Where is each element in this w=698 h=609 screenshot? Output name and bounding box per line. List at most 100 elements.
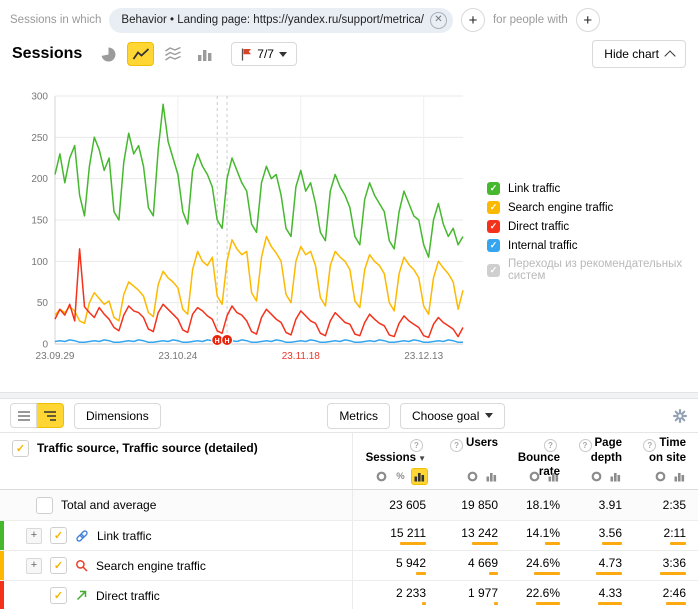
chevron-down-icon — [485, 413, 493, 418]
choose-goal-dropdown[interactable]: Choose goal — [400, 403, 505, 429]
legend-item-recommendation-systems[interactable]: ✓ Переходы из рекомендательных систем — [487, 258, 698, 282]
pie-display-toggle[interactable] — [373, 468, 390, 485]
columns-chart-type-button[interactable] — [191, 42, 218, 66]
pie-display-toggle[interactable] — [526, 468, 543, 485]
row-label[interactable]: Link traffic — [97, 529, 151, 543]
column-header-page-depth[interactable]: ?Page depth — [572, 433, 634, 463]
expand-row-button[interactable]: + — [26, 528, 42, 544]
display-mode-row: % — [0, 463, 698, 490]
line-chart-type-button[interactable] — [127, 42, 154, 66]
metrica-report-page: Sessions in which Behavior • Landing pag… — [0, 0, 698, 609]
total-row: ✓ Total and average 23 605 19 850 18.1% … — [0, 490, 698, 521]
line-chart-icon — [132, 47, 150, 61]
row-label[interactable]: Direct traffic — [96, 589, 160, 603]
legend-item-internal-traffic[interactable]: ✓ Internal traffic — [487, 239, 698, 252]
cell-value: 2:11 — [664, 527, 686, 539]
bars-display-toggle[interactable] — [607, 468, 624, 485]
direct-arrow-icon — [75, 589, 88, 602]
add-session-filter-button[interactable]: + — [461, 8, 485, 32]
chevron-up-icon — [664, 50, 675, 61]
bars-display-toggle[interactable] — [671, 468, 688, 485]
select-all-checkbox[interactable]: ✓ — [12, 440, 29, 457]
column-header-sessions[interactable]: ?Sessions▼ — [352, 433, 438, 463]
goals-segments-dropdown[interactable]: 7/7 — [231, 42, 297, 66]
cell-value: 15 211 — [390, 527, 426, 539]
svg-text:250: 250 — [31, 133, 48, 144]
cell-value: 24.6% — [526, 557, 560, 569]
checkbox-checked-icon[interactable]: ✓ — [487, 264, 500, 277]
row-checkbox[interactable]: ✓ — [36, 497, 53, 514]
cell-value: 5 942 — [396, 557, 426, 569]
help-icon[interactable]: ? — [410, 439, 423, 452]
stacked-lines-chart-type-button[interactable] — [159, 42, 186, 66]
svg-text:50: 50 — [37, 298, 49, 309]
cell-value: 4 669 — [468, 557, 498, 569]
svg-text:23.10.24: 23.10.24 — [158, 351, 197, 362]
chart-header: Sessions 7/7 Hide chart — [0, 34, 698, 70]
pie-chart-type-button[interactable] — [95, 42, 122, 66]
help-icon[interactable]: ? — [579, 439, 592, 452]
cell-value: 23 605 — [389, 499, 426, 511]
column-header-time-on-site[interactable]: ?Time on site — [634, 433, 698, 463]
columns-chart-icon — [197, 47, 213, 62]
dimensions-button[interactable]: Dimensions — [74, 403, 161, 429]
pie-display-toggle[interactable] — [588, 468, 605, 485]
svg-text:23.09.29: 23.09.29 — [36, 351, 75, 362]
cell-value: 2:35 — [663, 499, 686, 511]
legend-label: Search engine traffic — [508, 202, 613, 214]
cell-bar — [602, 542, 622, 545]
column-header-bounce-rate[interactable]: ?Bounce rate — [510, 433, 572, 463]
pie-mini-icon — [591, 471, 602, 482]
behavior-filter-chip[interactable]: Behavior • Landing page: https://yandex.… — [109, 8, 453, 33]
checkbox-checked-icon[interactable]: ✓ — [487, 201, 500, 214]
tree-list-view-button[interactable] — [37, 403, 64, 428]
sessions-line-chart[interactable]: 05010015020025030023.09.2923.10.2423.11.… — [0, 88, 480, 368]
table-settings-button[interactable] — [672, 408, 688, 424]
row-color-strip — [0, 521, 4, 550]
row-checkbox[interactable]: ✓ — [50, 557, 67, 574]
row-checkbox[interactable]: ✓ — [50, 587, 67, 604]
row-label[interactable]: Search engine traffic — [96, 559, 206, 573]
bars-display-toggle[interactable] — [411, 468, 428, 485]
svg-text:300: 300 — [31, 92, 48, 103]
gear-icon — [672, 408, 688, 424]
cell-value: 3:36 — [663, 557, 686, 569]
percent-display-toggle[interactable]: % — [392, 468, 409, 485]
cell-value: 2:46 — [663, 587, 686, 599]
cell-value: 4.33 — [599, 587, 622, 599]
flat-list-icon — [17, 410, 31, 422]
table-header-row: ✓ Traffic source, Traffic source (detail… — [0, 433, 698, 463]
help-icon[interactable]: ? — [643, 439, 656, 452]
cell-bar — [494, 602, 498, 605]
svg-text:Н: Н — [225, 338, 230, 345]
filter-prefix-label: Sessions in which — [10, 14, 101, 26]
cell-value: 18.1% — [526, 499, 560, 511]
legend-item-search-traffic[interactable]: ✓ Search engine traffic — [487, 201, 698, 214]
checkbox-checked-icon[interactable]: ✓ — [487, 220, 500, 233]
close-icon[interactable]: ✕ — [430, 12, 447, 29]
flat-list-view-button[interactable] — [10, 403, 37, 428]
cell-bar — [596, 572, 622, 575]
bars-mini-icon — [610, 471, 621, 482]
expand-row-button[interactable]: + — [26, 558, 42, 574]
hide-chart-button[interactable]: Hide chart — [592, 40, 686, 68]
metrics-button[interactable]: Metrics — [327, 403, 390, 429]
legend-item-link-traffic[interactable]: ✓ Link traffic — [487, 182, 698, 195]
help-icon[interactable]: ? — [544, 439, 557, 452]
column-header-users[interactable]: ?Users — [438, 433, 510, 463]
percent-icon: % — [396, 471, 404, 482]
bars-display-toggle[interactable] — [545, 468, 562, 485]
cell-value: 4.73 — [599, 557, 622, 569]
pie-display-toggle[interactable] — [652, 468, 669, 485]
help-icon[interactable]: ? — [450, 439, 463, 452]
bars-mini-icon — [548, 471, 559, 482]
legend-item-direct-traffic[interactable]: ✓ Direct traffic — [487, 220, 698, 233]
checkbox-checked-icon[interactable]: ✓ — [487, 239, 500, 252]
checkbox-checked-icon[interactable]: ✓ — [487, 182, 500, 195]
add-people-filter-button[interactable]: + — [576, 8, 600, 32]
pie-display-toggle[interactable] — [464, 468, 481, 485]
row-checkbox[interactable]: ✓ — [50, 527, 67, 544]
bars-display-toggle[interactable] — [483, 468, 500, 485]
cell-value: 1 977 — [468, 587, 498, 599]
metrics-label: Metrics — [339, 409, 378, 423]
